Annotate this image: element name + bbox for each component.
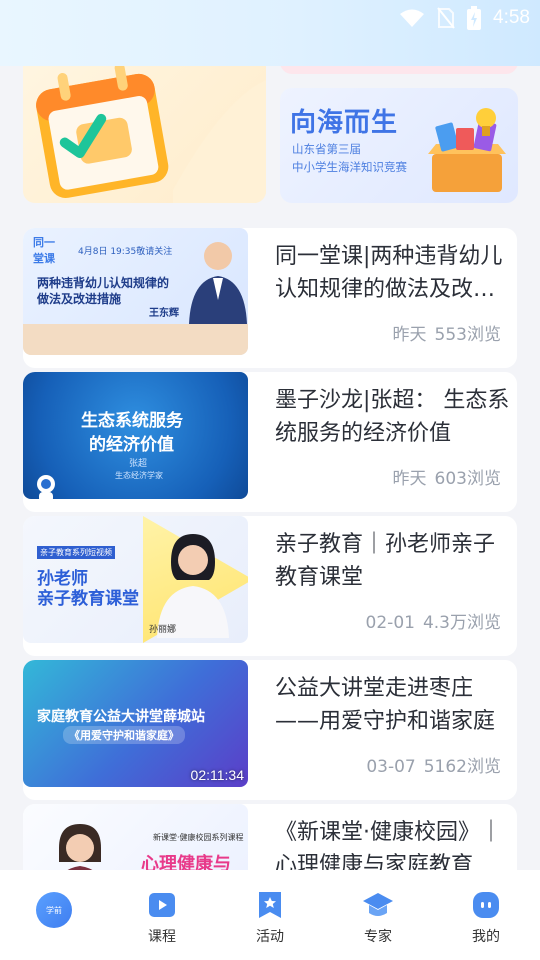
feed-views: 5162浏览 bbox=[423, 757, 501, 777]
star-flag-icon bbox=[259, 892, 281, 918]
thumb-headline: 做法及改进措施 bbox=[37, 292, 122, 306]
feed-card[interactable]: 亲子教育系列短视频 孙老师 亲子教育课堂 孙丽娜 亲子教育｜孙老师亲子教育课堂 … bbox=[23, 516, 517, 656]
profile-face-icon bbox=[473, 892, 499, 918]
home-badge-icon[interactable]: 学前 bbox=[36, 892, 72, 928]
thumb-person: 王东辉 bbox=[149, 308, 179, 319]
feed-views: 603浏览 bbox=[434, 469, 501, 489]
nav-label: 专家 bbox=[364, 929, 392, 945]
home-badge-label: 学前 bbox=[46, 905, 62, 915]
feed-thumbnail[interactable]: 亲子教育系列短视频 孙老师 亲子教育课堂 孙丽娜 bbox=[23, 516, 248, 643]
feed-card[interactable]: 家庭教育公益大讲堂薛城站 《用爱守护和谐家庭》 02:11:34 公益大讲堂走进… bbox=[23, 660, 517, 800]
thumb-person: 张超 bbox=[129, 459, 148, 469]
wifi-icon bbox=[400, 9, 425, 27]
bottom-nav: 学前 课程 活动 专家 我的 bbox=[0, 870, 540, 960]
feed-title[interactable]: 亲子教育｜孙老师亲子教育课堂 bbox=[275, 528, 513, 594]
feed-title[interactable]: 墨子沙龙|张超： 生态系统服务的经济价值 bbox=[275, 384, 513, 450]
nav-label: 我的 bbox=[472, 929, 500, 945]
thumb-tag: 新课堂·健康校园系列课程 bbox=[153, 833, 244, 842]
thumb-headline: 《用爱守护和谐家庭》 bbox=[63, 726, 185, 744]
feed-title[interactable]: 同一堂课|两种违背幼儿认知规律的做法及改进措施 bbox=[275, 240, 513, 306]
banner-title: 向海而生 bbox=[290, 108, 399, 138]
feed-thumbnail[interactable]: 生态系统服务 的经济价值 张超 生态经济学家 bbox=[23, 372, 248, 499]
feed-meta: 昨天 603浏览 bbox=[393, 464, 501, 489]
video-play-icon bbox=[149, 893, 175, 917]
video-duration: 02:11:34 bbox=[190, 767, 244, 783]
no-sim-icon bbox=[437, 7, 455, 29]
feed-meta: 03-07 5162浏览 bbox=[366, 752, 501, 777]
thumb-role: 生态经济学家 bbox=[115, 471, 163, 480]
thumb-headline: 家庭教育公益大讲堂薛城站 bbox=[37, 709, 205, 725]
thumb-tag: 4月8日 19:35敬请关注 bbox=[78, 247, 173, 257]
nav-expert[interactable]: 专家 bbox=[324, 870, 432, 960]
feed-thumbnail[interactable]: 同一 堂课 4月8日 19:35敬请关注 两种违背幼儿认知规律的 做法及改进措施 … bbox=[23, 228, 248, 355]
feed-views: 553浏览 bbox=[434, 325, 501, 345]
battery-charging-icon bbox=[467, 6, 482, 30]
feed-meta: 02-01 4.3万浏览 bbox=[366, 608, 501, 633]
feed-title[interactable]: 公益大讲堂走进枣庄——用爱守护和谐家庭 bbox=[275, 672, 513, 738]
thumb-headline: 生态系统服务 bbox=[81, 411, 183, 431]
trophy-box-icon bbox=[428, 108, 506, 192]
nav-home[interactable]: 学前 bbox=[0, 870, 108, 960]
thumb-headline: 亲子教育课堂 bbox=[37, 589, 139, 609]
feed-date: 昨天 bbox=[392, 469, 427, 489]
status-time: 4:58 bbox=[493, 7, 530, 28]
feed-card[interactable]: 生态系统服务 的经济价值 张超 生态经济学家 墨子沙龙|张超： 生态系统服务的经… bbox=[23, 372, 517, 512]
graduation-cap-icon bbox=[363, 893, 393, 916]
nav-mine[interactable]: 我的 bbox=[432, 870, 540, 960]
feed-card[interactable]: 同一 堂课 4月8日 19:35敬请关注 两种违背幼儿认知规律的 做法及改进措施 … bbox=[23, 228, 517, 368]
status-bar: 4:58 bbox=[0, 0, 540, 66]
thumb-person: 孙丽娜 bbox=[149, 625, 177, 635]
astronaut-icon bbox=[37, 475, 55, 499]
nav-label: 活动 bbox=[256, 929, 284, 945]
ocean-contest-banner[interactable]: 向海而生 山东省第三届 中小学生海洋知识竞赛 bbox=[280, 88, 518, 203]
speaker-portrait-icon bbox=[189, 242, 247, 324]
feed-views: 4.3万浏览 bbox=[422, 613, 501, 633]
nav-activity[interactable]: 活动 bbox=[216, 870, 324, 960]
thumb-headline: 两种违背幼儿认知规律的 bbox=[37, 276, 170, 290]
nav-course[interactable]: 课程 bbox=[108, 870, 216, 960]
feed-thumbnail[interactable]: 家庭教育公益大讲堂薛城站 《用爱守护和谐家庭》 02:11:34 bbox=[23, 660, 248, 787]
banner-subtitle: 山东省第三届 中小学生海洋知识竞赛 bbox=[292, 142, 407, 174]
feed-date: 02-01 bbox=[365, 613, 415, 633]
status-icons: 4:58 bbox=[399, 6, 530, 30]
nav-label: 课程 bbox=[148, 929, 176, 945]
thumb-tag: 亲子教育系列短视频 bbox=[37, 546, 115, 559]
thumb-headline: 的经济价值 bbox=[89, 435, 174, 455]
feed-date: 03-07 bbox=[366, 757, 416, 777]
feed-date: 昨天 bbox=[392, 325, 427, 345]
feed-meta: 昨天 553浏览 bbox=[393, 320, 501, 345]
